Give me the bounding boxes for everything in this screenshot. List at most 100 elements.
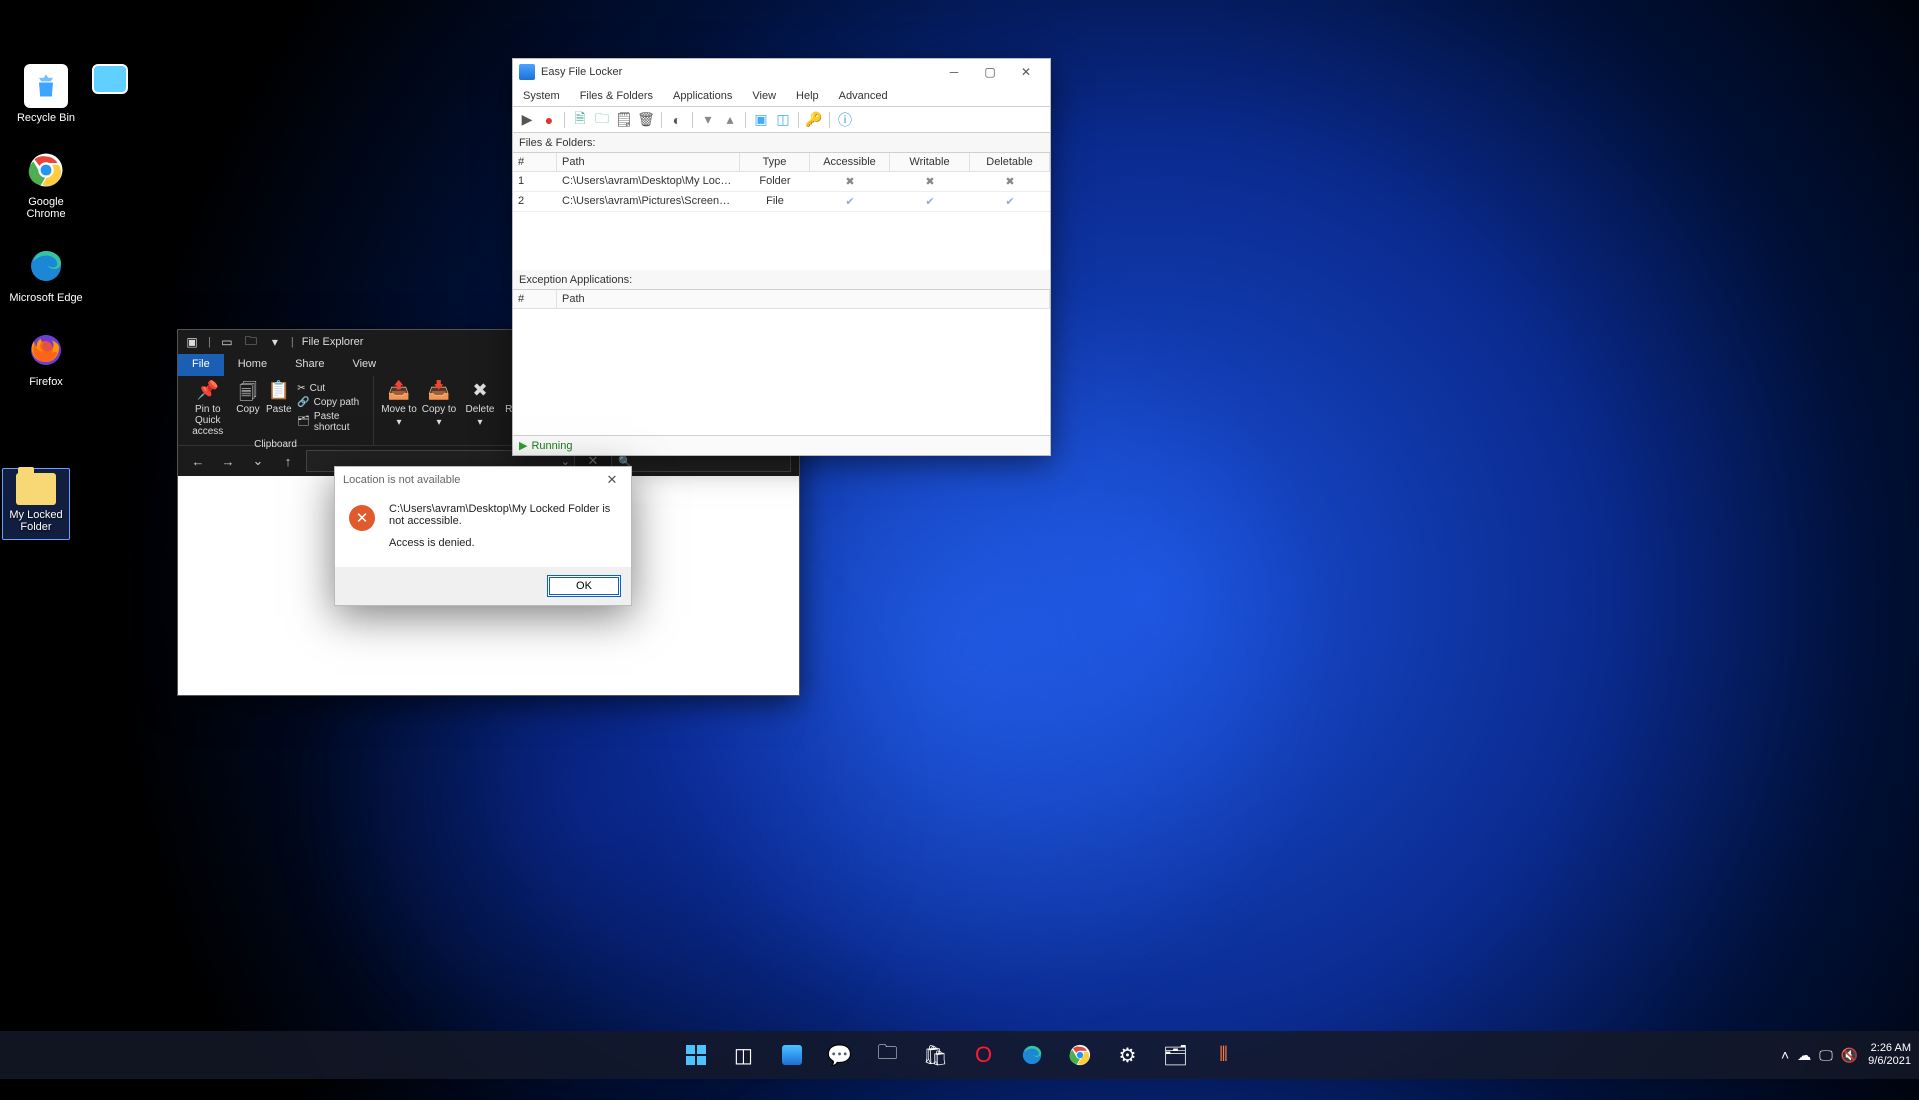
- delete-icon: ✖: [472, 380, 487, 402]
- col-type[interactable]: Type: [740, 153, 810, 171]
- app-icon: [519, 64, 535, 80]
- qat-icon[interactable]: ▭: [219, 334, 235, 350]
- nav-forward-button[interactable]: →: [216, 449, 240, 473]
- taskbar-settings[interactable]: ⚙: [1108, 1035, 1148, 1075]
- qat-icon[interactable]: 🗀: [243, 334, 259, 350]
- taskbar-chrome[interactable]: [1060, 1035, 1100, 1075]
- col-deletable[interactable]: Deletable: [970, 153, 1050, 171]
- col-path[interactable]: Path: [557, 153, 740, 171]
- desktop-icon-firefox[interactable]: Firefox: [8, 328, 84, 388]
- pin-quick-access-button[interactable]: 📌Pin to Quick access: [184, 378, 232, 437]
- down-icon[interactable]: ▾: [698, 110, 718, 130]
- add-file-icon[interactable]: 🗎: [570, 110, 590, 130]
- taskbar-app1[interactable]: 🗂: [1156, 1035, 1196, 1075]
- taskbar-explorer[interactable]: 🗀: [868, 1035, 908, 1075]
- tab-file[interactable]: File: [178, 354, 224, 376]
- app-thumb-icon: [92, 64, 128, 94]
- firefox-icon: [24, 328, 68, 372]
- section-files-label: Files & Folders:: [513, 133, 1050, 153]
- desktop-icon-edge[interactable]: Microsoft Edge: [8, 244, 84, 304]
- chat-button[interactable]: 💬: [820, 1035, 860, 1075]
- taskbar-store[interactable]: 🛍: [916, 1035, 956, 1075]
- date: 9/6/2021: [1868, 1055, 1911, 1068]
- close-button[interactable]: ✕: [1008, 61, 1044, 83]
- widgets-button[interactable]: [772, 1035, 812, 1075]
- tray-volume-icon[interactable]: 🔇: [1841, 1047, 1858, 1064]
- desktop-icon-label: My Locked Folder: [5, 509, 67, 533]
- menu-advanced[interactable]: Advanced: [829, 87, 898, 105]
- copy-to-icon: 📥: [428, 380, 450, 402]
- table-row[interactable]: 2 C:\Users\avram\Pictures\Screenshots\Sc…: [513, 192, 1050, 212]
- menu-applications[interactable]: Applications: [663, 87, 742, 105]
- col-num[interactable]: #: [513, 290, 557, 308]
- desktop: Recycle Bin Google Chrome Microsoft Edge…: [0, 64, 140, 564]
- nav-up-button[interactable]: ↑: [276, 449, 300, 473]
- taskbar-clock[interactable]: 2:26 AM 9/6/2021: [1868, 1042, 1911, 1068]
- delete-button[interactable]: ✖Delete▾: [460, 378, 500, 428]
- nav-history-button[interactable]: ⌄: [246, 449, 270, 473]
- desktop-icon-label: Firefox: [8, 376, 84, 388]
- qat-dropdown-icon[interactable]: ▾: [267, 334, 283, 350]
- menu-files[interactable]: Files & Folders: [570, 87, 663, 105]
- cut-button[interactable]: ✂Cut: [295, 382, 367, 395]
- efl-titlebar[interactable]: Easy File Locker ─ ▢ ✕: [513, 59, 1050, 85]
- contrast-icon[interactable]: ◐: [667, 110, 687, 130]
- ok-button[interactable]: OK: [547, 575, 621, 597]
- menu-view[interactable]: View: [742, 87, 786, 105]
- chrome-icon: [24, 148, 68, 192]
- copy-button[interactable]: 🗐Copy: [234, 378, 263, 437]
- tab-view[interactable]: View: [338, 354, 390, 376]
- paste-shortcut-button[interactable]: 🗂Paste shortcut: [295, 410, 367, 434]
- tray-cloud-icon[interactable]: ☁: [1797, 1047, 1811, 1064]
- desktop-icon-locked-folder[interactable]: My Locked Folder: [2, 468, 70, 540]
- task-view-button[interactable]: ◫: [724, 1035, 764, 1075]
- taskbar-app2[interactable]: ⦀: [1204, 1035, 1244, 1075]
- menubar: System Files & Folders Applications View…: [513, 85, 1050, 107]
- copy-path-button[interactable]: 🔗Copy path: [295, 396, 367, 409]
- desktop-icon-chrome[interactable]: Google Chrome: [8, 148, 84, 220]
- window2-icon[interactable]: ◫: [773, 110, 793, 130]
- table-row[interactable]: 1 C:\Users\avram\Desktop\My Locked Folde…: [513, 172, 1050, 192]
- paste-icon: 📋: [268, 380, 290, 402]
- start-button[interactable]: [676, 1035, 716, 1075]
- key-icon[interactable]: 🔑: [804, 110, 824, 130]
- tray-overflow-icon[interactable]: ˄: [1781, 1047, 1789, 1064]
- paste-button[interactable]: 📋Paste: [264, 378, 293, 437]
- dialog-message: Access is denied.: [389, 537, 617, 549]
- close-button[interactable]: ✕: [601, 470, 623, 490]
- tab-home[interactable]: Home: [224, 354, 281, 376]
- menu-help[interactable]: Help: [786, 87, 829, 105]
- col-path[interactable]: Path: [557, 290, 1050, 308]
- menu-system[interactable]: System: [513, 87, 570, 105]
- info-icon[interactable]: ⓘ: [835, 110, 855, 130]
- system-tray: ˄ ☁ 🖵 🔇 2:26 AM 9/6/2021: [1781, 1042, 1911, 1068]
- taskbar-edge[interactable]: [1012, 1035, 1052, 1075]
- tray-monitor-icon[interactable]: 🖵: [1819, 1047, 1833, 1064]
- dialog-titlebar[interactable]: Location is not available ✕: [335, 467, 631, 493]
- record-icon[interactable]: ●: [539, 110, 559, 130]
- dialog-title: Location is not available: [343, 474, 460, 486]
- tab-share[interactable]: Share: [281, 354, 338, 376]
- maximize-button[interactable]: ▢: [972, 61, 1008, 83]
- remove-icon[interactable]: 🗑: [636, 110, 656, 130]
- shortcut-icon: 🗂: [297, 416, 310, 427]
- play-icon[interactable]: ▶: [517, 110, 537, 130]
- move-to-button[interactable]: 📤Move to▾: [380, 378, 418, 428]
- taskbar-opera[interactable]: O: [964, 1035, 1004, 1075]
- copy-to-button[interactable]: 📥Copy to▾: [420, 378, 458, 428]
- up-icon[interactable]: ▴: [720, 110, 740, 130]
- separator: [564, 112, 565, 128]
- col-writable[interactable]: Writable: [890, 153, 970, 171]
- minimize-button[interactable]: ─: [936, 61, 972, 83]
- nav-back-button[interactable]: ←: [186, 449, 210, 473]
- window-icon[interactable]: ▣: [751, 110, 771, 130]
- separator: [661, 112, 662, 128]
- edit-icon[interactable]: 🗒: [614, 110, 634, 130]
- desktop-icon-app[interactable]: [72, 64, 148, 98]
- col-num[interactable]: #: [513, 153, 557, 171]
- dialog-message: C:\Users\avram\Desktop\My Locked Folder …: [389, 503, 617, 527]
- error-icon: ✕: [349, 505, 375, 531]
- col-accessible[interactable]: Accessible: [810, 153, 890, 171]
- add-folder-icon[interactable]: 🗀: [592, 110, 612, 130]
- toolbar: ▶ ● 🗎 🗀 🗒 🗑 ◐ ▾ ▴ ▣ ◫ 🔑 ⓘ: [513, 107, 1050, 133]
